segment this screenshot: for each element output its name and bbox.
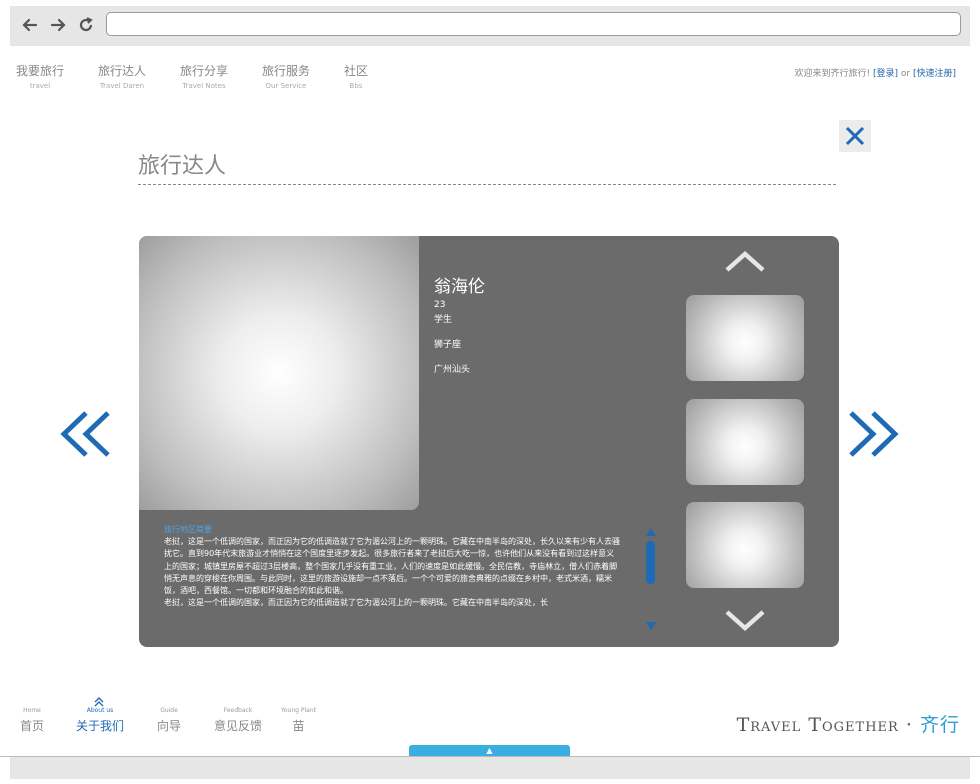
nav-label: 旅行达人 [97,64,146,78]
profile-panel: 翁海伦 23 学生 狮子座 广州汕头 旅行地区简要 老挝，这是一个低调的国家，而… [139,236,839,647]
nav-label: 社区 [343,64,368,78]
profile-name: 翁海伦 [434,277,485,297]
reload-icon[interactable] [76,15,96,35]
profile-zodiac: 狮子座 [434,340,462,350]
chevron-down-icon[interactable] [725,608,765,632]
nav-label: 我要旅行 [15,64,64,78]
login-link[interactable]: [登录] [873,69,898,79]
scrollbar-thumb[interactable] [646,541,655,584]
brand-dot: · [905,714,913,736]
prev-profile-button[interactable] [58,406,112,470]
footer-item-guide[interactable]: Guide 向导 [157,707,181,734]
next-profile-button[interactable] [847,406,901,470]
or-text: or [900,69,911,79]
footer-sublabel: About us [86,707,114,714]
nav-item-our-service[interactable]: 旅行服务 Our Service [251,62,321,90]
thumbnail-1[interactable] [686,295,804,381]
thumbnail-2[interactable] [686,399,804,485]
footer-label: 意见反馈 [214,719,263,733]
close-button[interactable] [839,120,871,152]
footer-item-about-us[interactable]: About us 关于我们 [76,707,124,734]
description-heading: 旅行地区简要 [164,525,212,534]
brand-english: Travel Together [736,714,899,736]
nav-sublabel: Our Service [265,82,307,90]
nav-sublabel: Bbs [349,82,363,90]
welcome-text: 欢迎来到齐行旅行! [794,69,871,79]
footer-label: 苗 [292,719,305,733]
double-chevron-right-icon [849,411,899,457]
profile-photo [139,236,419,510]
footer-sublabel: Feedback [223,707,253,714]
title-divider [138,184,836,185]
nav-label: 旅行服务 [261,64,310,78]
footer-sublabel: Home [23,707,41,714]
arrow-left-icon[interactable] [20,15,40,35]
profile-location: 广州汕头 [434,365,471,375]
description-area[interactable]: 旅行地区简要 老挝，这是一个低调的国家，而正因为它的低调造就了它为湄公河上的一颗… [164,525,622,635]
double-chevron-up-icon [94,697,104,707]
footer-item-feedback[interactable]: Feedback 意见反馈 [214,707,262,734]
footer-sublabel: Guide [160,707,178,714]
nav-item-bbs[interactable]: 社区 Bbs [321,62,391,90]
page-title: 旅行达人 [138,154,227,179]
profile-occupation: 学生 [434,315,453,325]
footer-label: 首页 [20,719,45,733]
description-body: 老挝，这是一个低调的国家，而正因为它的低调造就了它为湄公河上的一颗明珠。它藏在中… [164,537,620,608]
double-chevron-left-icon [60,411,110,457]
footer-label: 关于我们 [76,719,125,733]
nav-label: 旅行分享 [179,64,228,78]
brand-logo: Travel Together · 齐行 [737,710,960,737]
bottom-bar [10,757,970,779]
browser-toolbar [10,6,970,46]
scroll-up-icon[interactable] [645,527,657,537]
close-icon [845,126,865,146]
address-bar[interactable] [106,12,961,36]
footer-item-young-plant[interactable]: Young Plant 苗 [281,707,316,734]
scroll-down-icon[interactable] [645,621,657,631]
arrow-right-icon[interactable] [48,15,68,35]
nav-sublabel: Travel Daren [99,82,145,90]
chevron-up-icon[interactable] [725,250,765,274]
brand-chinese: 齐行 [919,714,960,736]
thumbnail-3[interactable] [686,502,804,588]
nav-item-travel[interactable]: 我要旅行 travel [5,62,75,90]
nav-sublabel: Travel Notes [182,82,226,90]
nav-item-travel-daren[interactable]: 旅行达人 Travel Daren [87,62,157,90]
nav-item-travel-notes[interactable]: 旅行分享 Travel Notes [169,62,239,90]
footer-label: 向导 [157,719,182,733]
nav-sublabel: travel [29,82,51,90]
register-link[interactable]: [快速注册] [913,69,956,79]
profile-age: 23 [434,300,446,310]
footer-sublabel: Young Plant [281,707,316,714]
welcome-bar: 欢迎来到齐行旅行! [登录] or [快速注册] [794,66,956,79]
footer-item-home[interactable]: Home 首页 [20,707,44,734]
